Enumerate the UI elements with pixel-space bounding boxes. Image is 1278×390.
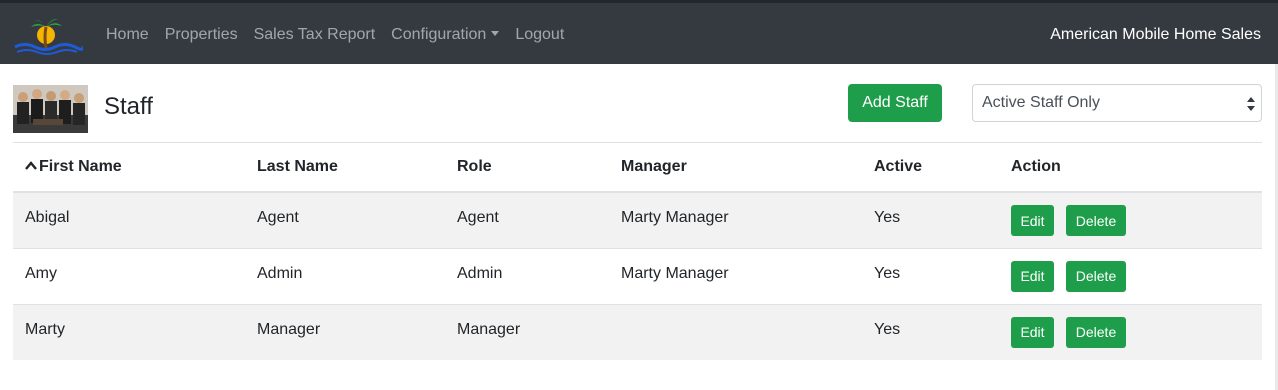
column-header-role[interactable]: Role bbox=[445, 143, 609, 193]
column-header-active[interactable]: Active bbox=[862, 143, 999, 193]
delete-button[interactable]: Delete bbox=[1066, 316, 1126, 348]
delete-button[interactable]: Delete bbox=[1066, 260, 1126, 292]
cell-manager: Marty Manager bbox=[609, 191, 862, 248]
brand-name[interactable]: American Mobile Home Sales bbox=[1050, 3, 1261, 67]
page-title: Staff bbox=[104, 93, 153, 120]
column-header-action: Action bbox=[999, 143, 1262, 193]
table-row: Marty Manager Manager Yes Edit Delete bbox=[13, 303, 1262, 360]
chevron-down-icon bbox=[491, 31, 500, 36]
caret-up-icon bbox=[25, 161, 37, 170]
cell-active: Yes bbox=[862, 247, 999, 304]
cell-role: Admin bbox=[445, 247, 609, 304]
cell-last-name: Agent bbox=[245, 191, 445, 248]
edit-button[interactable]: Edit bbox=[1011, 316, 1054, 348]
staff-filter-value: Active Staff Only bbox=[982, 94, 1100, 111]
staff-filter-select[interactable]: Active Staff Only bbox=[972, 84, 1262, 122]
delete-button[interactable]: Delete bbox=[1066, 205, 1126, 236]
cell-actions: Edit Delete bbox=[999, 247, 1262, 304]
staff-group-image bbox=[13, 85, 88, 133]
table-row: Amy Admin Admin Marty Manager Yes Edit De… bbox=[13, 247, 1262, 304]
staff-table: First Name Last Name Role Manager Active… bbox=[13, 143, 1262, 360]
cell-actions: Edit Delete bbox=[999, 303, 1262, 360]
column-header-first-name[interactable]: First Name bbox=[13, 143, 245, 193]
table-row: Abigal Agent Agent Marty Manager Yes Edi… bbox=[13, 191, 1262, 248]
nav-links: Home Properties Sales Tax Report Configu… bbox=[106, 3, 580, 67]
table-header-row: First Name Last Name Role Manager Active… bbox=[13, 143, 1262, 193]
cell-manager: Marty Manager bbox=[609, 247, 862, 304]
cell-manager bbox=[609, 303, 862, 360]
nav-sales-tax-report[interactable]: Sales Tax Report bbox=[254, 26, 376, 44]
cell-last-name: Manager bbox=[245, 303, 445, 360]
staff-photo bbox=[13, 85, 88, 133]
select-arrows-icon bbox=[1247, 97, 1255, 111]
cell-active: Yes bbox=[862, 303, 999, 360]
cell-active: Yes bbox=[862, 191, 999, 248]
nav-home[interactable]: Home bbox=[106, 26, 149, 44]
top-navbar: Home Properties Sales Tax Report Configu… bbox=[0, 0, 1278, 64]
cell-role: Agent bbox=[445, 191, 609, 248]
add-staff-button[interactable]: Add Staff bbox=[848, 84, 942, 122]
column-header-manager[interactable]: Manager bbox=[609, 143, 862, 193]
nav-logout[interactable]: Logout bbox=[515, 26, 564, 44]
column-label: First Name bbox=[39, 158, 122, 175]
cell-first-name: Abigal bbox=[13, 191, 245, 248]
nav-configuration-dropdown[interactable]: Configuration bbox=[391, 26, 500, 44]
cell-first-name: Marty bbox=[13, 303, 245, 360]
column-header-last-name[interactable]: Last Name bbox=[245, 143, 445, 193]
cell-role: Manager bbox=[445, 303, 609, 360]
edit-button[interactable]: Edit bbox=[1011, 260, 1054, 292]
cell-last-name: Admin bbox=[245, 247, 445, 304]
cell-actions: Edit Delete bbox=[999, 191, 1262, 248]
nav-properties[interactable]: Properties bbox=[165, 26, 238, 44]
cell-first-name: Amy bbox=[13, 247, 245, 304]
nav-configuration-label: Configuration bbox=[391, 26, 487, 43]
palm-tree-logo-icon[interactable] bbox=[13, 17, 83, 55]
edit-button[interactable]: Edit bbox=[1011, 205, 1054, 236]
